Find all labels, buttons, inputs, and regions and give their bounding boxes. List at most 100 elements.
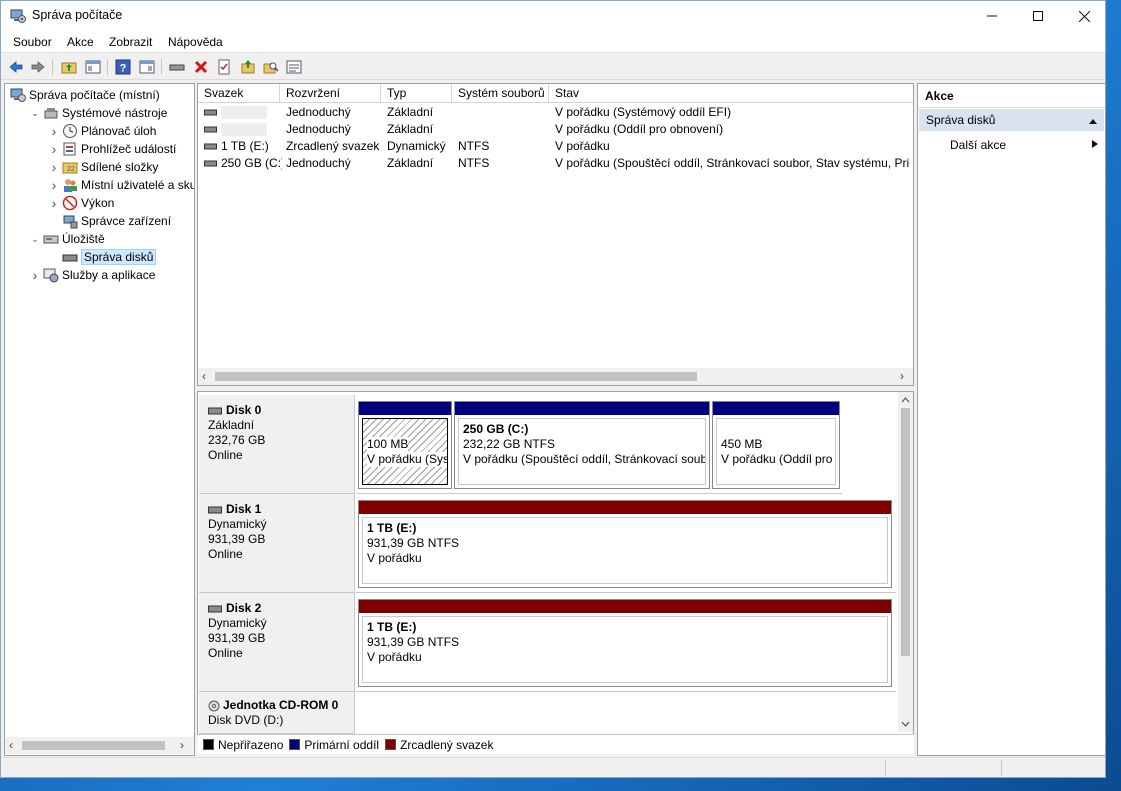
collapse-chevron-right-icon[interactable]: › xyxy=(47,177,61,193)
storage-icon xyxy=(42,231,59,247)
show-hide-action-pane-button[interactable] xyxy=(137,57,157,77)
tree-item[interactable]: ⌄ Systémové nástroje xyxy=(28,104,167,122)
help-button[interactable]: ? xyxy=(113,57,133,77)
scroll-down-icon[interactable] xyxy=(898,718,913,730)
collapse-chevron-right-icon[interactable]: › xyxy=(47,195,61,211)
expand-chevron-down-icon[interactable]: ⌄ xyxy=(28,234,42,245)
collapse-chevron-right-icon[interactable]: › xyxy=(47,159,61,175)
maximize-button[interactable] xyxy=(1015,1,1061,31)
menu-action[interactable]: Akce xyxy=(67,35,94,49)
cdrom-name-text: Jednotka CD-ROM 0 xyxy=(223,698,339,712)
partition-block[interactable]: 1 TB (E:) 931,39 GB NTFS V pořádku xyxy=(358,500,892,588)
volume-drive-icon xyxy=(204,123,217,137)
disk-info-label[interactable]: Disk 0 Základní 232,76 GB Online xyxy=(199,395,355,494)
collapse-chevron-right-icon[interactable]: › xyxy=(47,141,61,157)
volume-name-redacted xyxy=(221,123,267,137)
partition-block[interactable]: 250 GB (C:) 232,22 GB NTFS V pořádku (Spou… xyxy=(454,401,710,489)
title-bar: Správa počítače xyxy=(1,1,1105,31)
column-header-volume[interactable]: Svazek xyxy=(198,84,280,103)
connect-drive-button[interactable] xyxy=(167,57,187,77)
tree-item[interactable]: Správa disků xyxy=(47,248,157,266)
cdrom-info-label[interactable]: Jednotka CD-ROM 0 Disk DVD (D:) xyxy=(199,692,355,734)
partition-color-bar xyxy=(359,600,891,613)
export-button[interactable] xyxy=(238,57,258,77)
menu-bar: Soubor Akce Zobrazit Nápověda xyxy=(1,31,1105,53)
disk-partition-row: 1 TB (E:) 931,39 GB NTFS V pořádku xyxy=(356,593,896,692)
menu-help[interactable]: Nápověda xyxy=(168,35,223,49)
volume-cell-text: Zrcadlený svazek xyxy=(286,139,380,153)
volume-cell-text: V pořádku xyxy=(555,139,610,153)
show-hide-tree-button[interactable] xyxy=(83,57,103,77)
partition-block[interactable]: 100 MBV pořádku (Systémový oddíl EFI) xyxy=(358,401,452,489)
column-header-layout[interactable]: Rozvržení xyxy=(280,84,381,103)
collapse-chevron-right-icon[interactable]: › xyxy=(28,267,42,283)
volume-row[interactable]: 1 TB (E:) Zrcadlený svazek Dynamický NTFS V … xyxy=(198,138,913,155)
partition-name: 250 GB (C:) xyxy=(463,422,529,436)
disk-partition-row: 1 TB (E:) 931,39 GB NTFS V pořádku xyxy=(356,494,896,593)
tree-item[interactable]: Správa počítače (místní) xyxy=(9,86,160,104)
console-tree-pane: Správa počítače (místní) ⌄ Systémové nástr… xyxy=(4,83,195,756)
scroll-right-icon[interactable]: › xyxy=(180,738,184,752)
delete-button[interactable] xyxy=(191,57,211,77)
back-button[interactable] xyxy=(6,57,26,77)
tree-item[interactable]: ⌄ Úložiště xyxy=(28,230,104,248)
disk-pane-vertical-scrollbar[interactable] xyxy=(898,392,913,732)
tree-item[interactable]: › Plánovač úloh xyxy=(47,122,157,140)
menu-file[interactable]: Soubor xyxy=(13,35,52,49)
forward-arrow-icon xyxy=(31,61,45,73)
view-list-button[interactable] xyxy=(284,57,304,77)
tree-item[interactable]: › Místní uživatelé a skupiny xyxy=(47,176,194,194)
scrollbar-thumb[interactable] xyxy=(215,372,697,381)
search-button[interactable] xyxy=(261,57,281,77)
collapse-up-icon[interactable] xyxy=(1088,117,1098,125)
tree-item[interactable]: › Výkon xyxy=(47,194,115,212)
scroll-left-icon[interactable]: ‹ xyxy=(9,738,13,752)
computer-icon xyxy=(9,87,26,103)
partition-name xyxy=(721,422,831,437)
expand-chevron-down-icon[interactable]: ⌄ xyxy=(28,108,42,119)
collapse-chevron-right-icon[interactable]: › xyxy=(47,123,61,139)
column-header-file-system[interactable]: Systém souborů xyxy=(452,84,549,103)
disk-type: Dynamický xyxy=(208,616,267,630)
more-actions-item[interactable]: Další akce xyxy=(950,138,1006,152)
tree-item[interactable]: Správce zařízení xyxy=(47,212,171,230)
tree-horizontal-scrollbar[interactable]: ‹ › xyxy=(5,737,194,754)
scroll-right-icon[interactable]: › xyxy=(900,369,904,383)
actions-section-disk-management[interactable]: Správa disků xyxy=(919,109,1104,131)
disk-info-label[interactable]: Disk 1 Dynamický 931,39 GB Online xyxy=(199,494,355,593)
partition-block[interactable]: 450 MBV pořádku (Oddíl pro obnovení) xyxy=(712,401,840,489)
volume-row[interactable]: Jednoduchý Základní V pořádku (Systémový o… xyxy=(198,104,913,121)
menu-view[interactable]: Zobrazit xyxy=(109,35,152,49)
status-bar-segment xyxy=(1001,760,1002,776)
volume-row[interactable]: Jednoduchý Základní V pořádku (Oddíl pro o… xyxy=(198,121,913,138)
volume-drive-icon xyxy=(204,140,217,154)
volume-list-pane: Svazek Rozvržení Typ Systém souborů Stav… xyxy=(197,83,914,386)
status-bar xyxy=(1,757,1105,777)
partition-color-bar xyxy=(359,402,451,415)
volume-cell: Jednoduchý xyxy=(286,156,384,170)
volume-row[interactable]: 250 GB (C:) Jednoduchý Základní NTFS V pořád… xyxy=(198,155,913,172)
legend-label: Primární oddíl xyxy=(304,737,380,752)
properties-button[interactable] xyxy=(214,57,234,77)
device-manager-icon xyxy=(61,213,78,229)
partition-block[interactable]: 1 TB (E:) 931,39 GB NTFS V pořádku xyxy=(358,599,892,687)
volume-cell-text: Jednoduchý xyxy=(286,105,351,119)
scroll-up-icon[interactable] xyxy=(898,394,913,406)
scrollbar-thumb[interactable] xyxy=(22,741,165,750)
column-header-status[interactable]: Stav xyxy=(549,84,913,103)
scroll-left-icon[interactable]: ‹ xyxy=(202,369,206,383)
volume-cell: V pořádku (Systémový oddíl EFI) xyxy=(555,105,910,119)
tree-item[interactable]: › 22 Sdílené složky xyxy=(47,158,159,176)
disk-info-label[interactable]: Disk 2 Dynamický 931,39 GB Online xyxy=(199,593,355,692)
close-button[interactable] xyxy=(1061,1,1107,31)
scrollbar-thumb[interactable] xyxy=(901,408,910,656)
up-level-button[interactable] xyxy=(59,57,79,77)
disk-name-text: Disk 2 xyxy=(226,601,262,615)
volume-list-horizontal-scrollbar[interactable]: ‹ › xyxy=(198,368,913,385)
forward-button[interactable] xyxy=(28,57,48,77)
tree-item[interactable]: › Prohlížeč událostí xyxy=(47,140,177,158)
tree-item[interactable]: › Služby a aplikace xyxy=(28,266,156,284)
volume-cell xyxy=(204,122,282,137)
column-header-type[interactable]: Typ xyxy=(381,84,452,103)
minimize-button[interactable] xyxy=(969,1,1015,31)
